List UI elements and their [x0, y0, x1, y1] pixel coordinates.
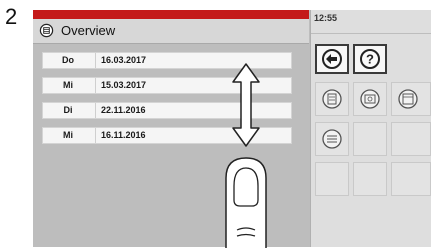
empty-tile	[391, 162, 431, 196]
row-day: Di	[63, 105, 73, 115]
overview-panel: Overview Do 16.03.2017 Mi 15.03.2017 Di …	[33, 10, 309, 248]
help-button[interactable]: ?	[353, 44, 387, 74]
function-tile-4[interactable]	[315, 122, 349, 156]
step-number: 2	[5, 4, 18, 29]
row-date: 22.11.2016	[101, 105, 146, 115]
back-button[interactable]	[315, 44, 349, 74]
overview-icon	[39, 23, 54, 38]
divider	[311, 33, 431, 34]
function-tile-2[interactable]	[353, 82, 387, 116]
calendar-icon	[398, 89, 418, 109]
row-divider	[95, 78, 96, 93]
row-date: 16.11.2016	[101, 130, 146, 140]
question-icon: ?	[360, 49, 380, 69]
accent-bar	[33, 10, 309, 19]
row-divider	[95, 103, 96, 118]
empty-tile	[353, 162, 387, 196]
row-date: 15.03.2017	[101, 80, 147, 90]
empty-tile	[391, 122, 431, 156]
list-icon	[322, 129, 342, 149]
control-panel: 12:55 ?	[310, 10, 431, 247]
row-day: Do	[62, 55, 74, 65]
arrow-left-icon	[322, 49, 342, 69]
device-screen: Overview Do 16.03.2017 Mi 15.03.2017 Di …	[33, 10, 431, 248]
double-arrow-vertical-icon	[232, 63, 260, 147]
function-tile-1[interactable]	[315, 82, 349, 116]
empty-tile	[353, 122, 387, 156]
program-icon	[322, 89, 342, 109]
clock-display: 12:55	[314, 13, 338, 23]
row-divider	[95, 128, 96, 143]
panel-header: Overview	[33, 19, 309, 44]
finger-icon	[225, 157, 267, 248]
svg-text:?: ?	[366, 52, 374, 67]
page-title: Overview	[61, 23, 116, 38]
row-day: Mi	[63, 130, 73, 140]
empty-tile	[315, 162, 349, 196]
row-date: 16.03.2017	[101, 55, 147, 65]
function-tile-3[interactable]	[391, 82, 431, 116]
row-day: Mi	[63, 80, 73, 90]
row-divider	[95, 53, 96, 68]
settings-icon	[360, 89, 380, 109]
